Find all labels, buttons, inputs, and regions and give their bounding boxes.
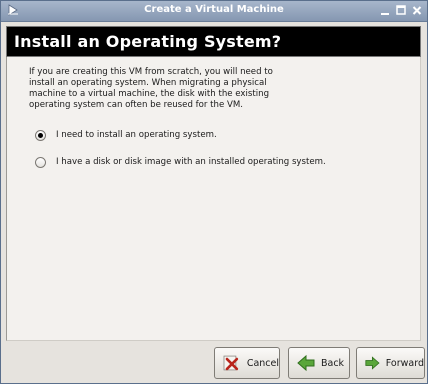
page-header: Install an Operating System? — [6, 26, 421, 57]
back-button[interactable]: Back — [288, 347, 350, 379]
option-install-os-label: I need to install an operating system. — [56, 130, 217, 140]
cancel-button[interactable]: Cancel — [214, 347, 280, 379]
option-existing-disk-label: I have a disk or disk image with an inst… — [56, 157, 326, 167]
dialog-window: Create a Virtual Machine Install an Oper… — [0, 0, 428, 384]
description-line: machine to a virtual machine, the disk w… — [29, 89, 270, 99]
cancel-x-icon — [223, 355, 239, 371]
title-bar[interactable]: Create a Virtual Machine — [1, 1, 427, 22]
window-title: Create a Virtual Machine — [144, 4, 284, 15]
description-line: install an operating system. When migrat… — [29, 78, 267, 88]
content-panel: If you are creating this VM from scratch… — [6, 57, 421, 341]
back-arrow-icon — [297, 354, 315, 372]
minimize-icon[interactable] — [379, 4, 391, 17]
back-button-label: Back — [321, 357, 345, 369]
description-line: If you are creating this VM from scratch… — [29, 67, 273, 77]
cancel-button-label: Cancel — [246, 357, 279, 369]
page-title: Install an Operating System? — [14, 32, 282, 51]
forward-arrow-icon — [365, 356, 380, 370]
radio-install-os[interactable] — [35, 129, 46, 141]
radio-existing-disk[interactable] — [35, 156, 46, 168]
option-install-os[interactable]: I need to install an operating system. — [35, 127, 217, 143]
maximize-icon[interactable] — [395, 4, 407, 17]
forward-button-label: Forward — [385, 357, 424, 369]
close-icon[interactable] — [411, 4, 423, 17]
description-line: operating system can often be reused for… — [29, 100, 244, 110]
forward-button[interactable]: Forward — [356, 347, 425, 379]
description-text: If you are creating this VM from scratch… — [29, 67, 289, 111]
option-existing-disk[interactable]: I have a disk or disk image with an inst… — [35, 154, 326, 170]
